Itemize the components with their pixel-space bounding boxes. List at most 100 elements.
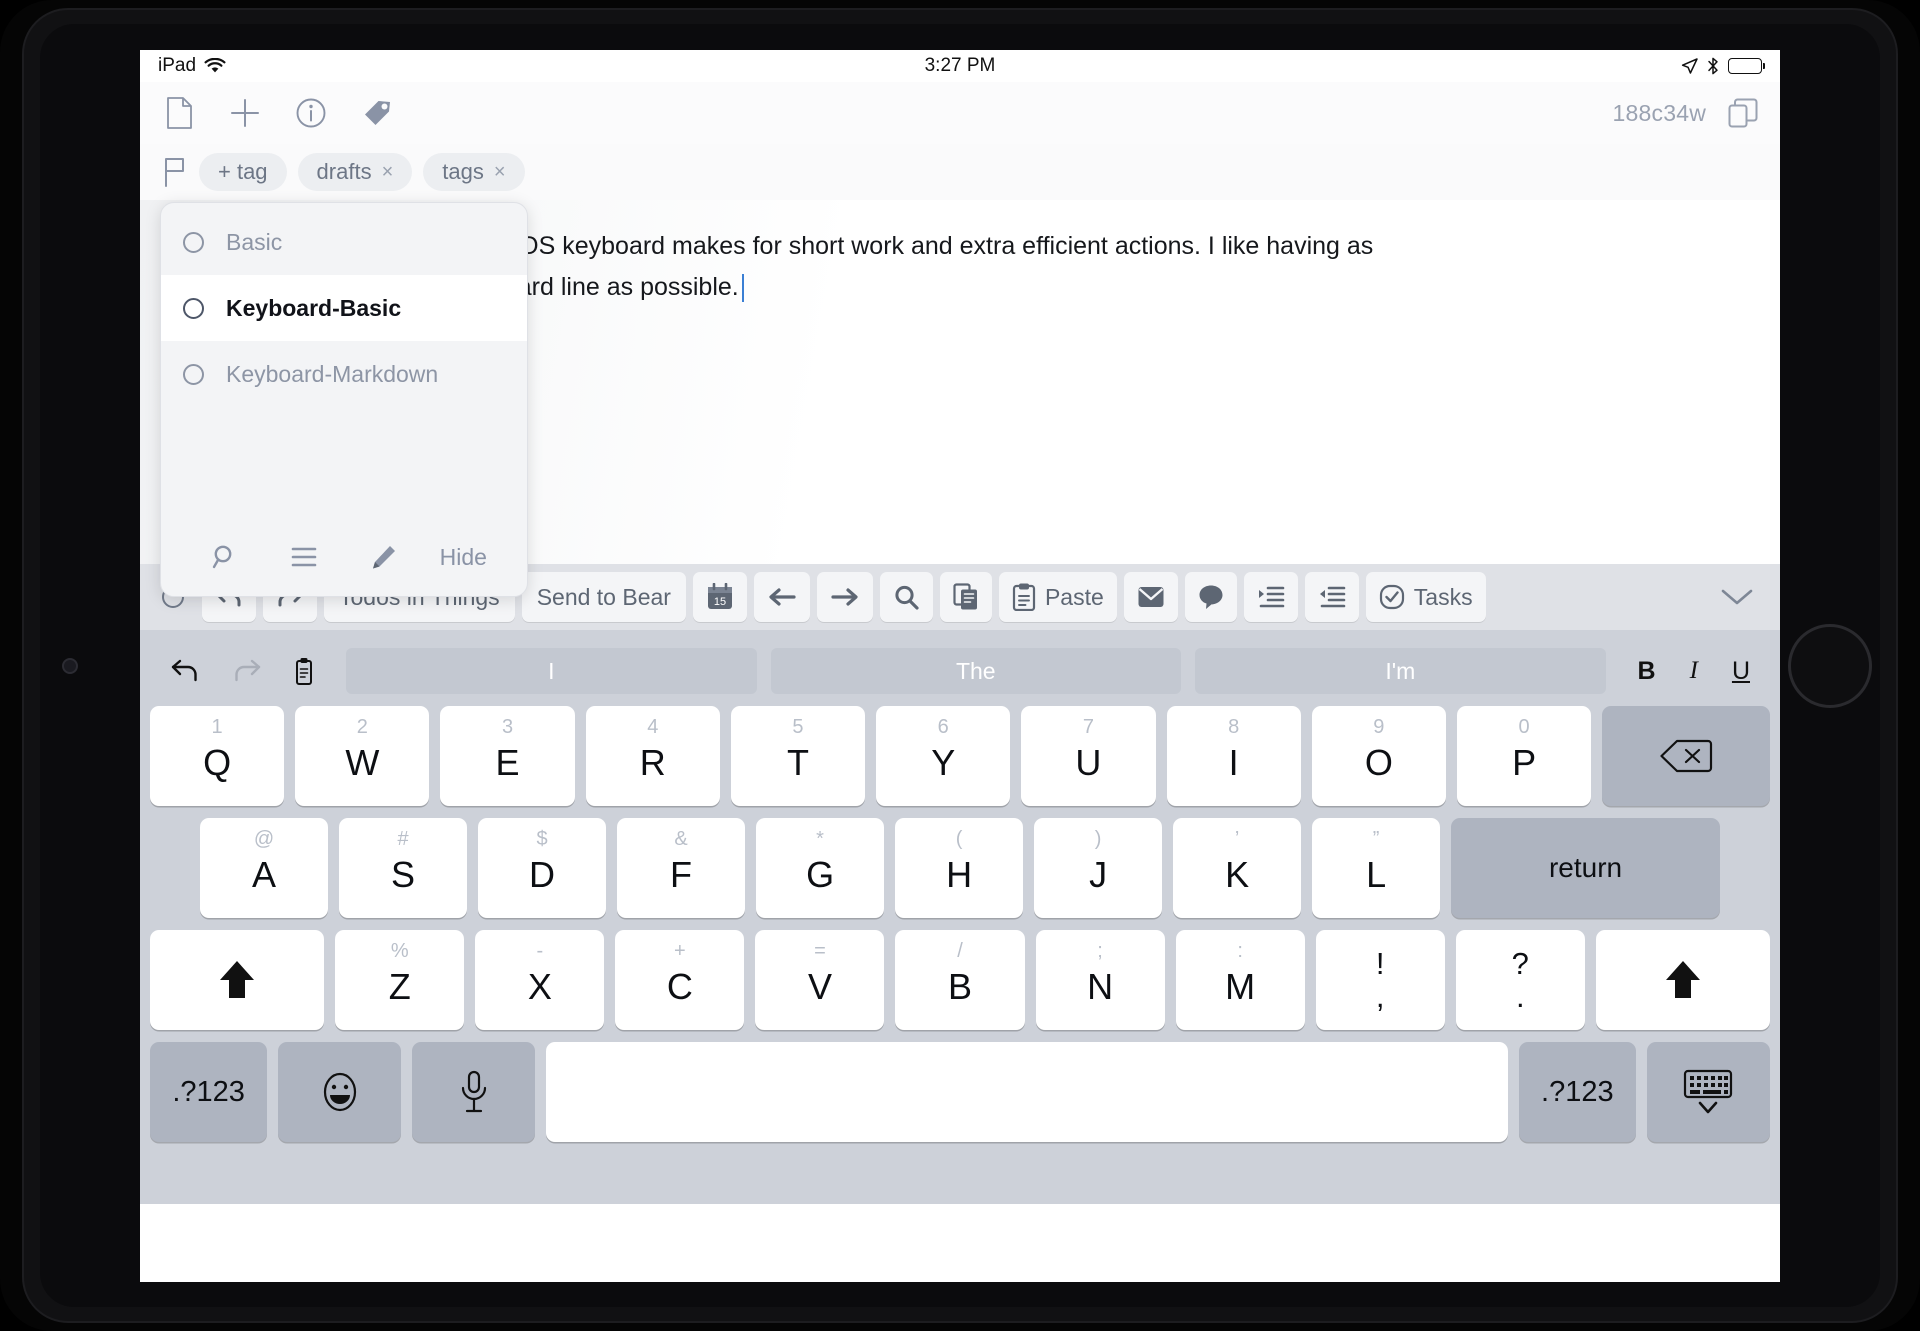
key-sub-label: ” [1372, 828, 1380, 850]
new-document-icon[interactable] [162, 96, 196, 130]
key-label: U [1075, 742, 1102, 783]
key-label: X [527, 966, 552, 1007]
key-backspace[interactable] [1602, 706, 1770, 806]
suggestion-3[interactable]: I'm [1195, 648, 1606, 694]
message-button[interactable] [1184, 572, 1237, 622]
key-u[interactable]: 7 U [1021, 706, 1156, 806]
move-right-button[interactable] [816, 572, 873, 622]
note-editor[interactable]: bove the regular iOS keyboard makes for … [140, 200, 1780, 597]
keyboard-redo-icon[interactable] [232, 658, 262, 684]
key-o[interactable]: 9 O [1311, 706, 1446, 806]
key-t[interactable]: 5 T [730, 706, 866, 806]
key-h[interactable]: ( H [895, 818, 1024, 918]
chevron-down-icon[interactable] [1720, 586, 1754, 608]
key-shift-left[interactable] [150, 930, 325, 1030]
duplicate-window-icon[interactable] [1726, 96, 1760, 130]
calendar-button[interactable]: 15 [692, 572, 747, 622]
tag-chip-tags[interactable]: tags × [423, 153, 525, 191]
radio-icon[interactable] [183, 297, 204, 319]
radio-icon[interactable] [183, 363, 204, 385]
key-b[interactable]: / B [895, 930, 1025, 1030]
key-sub-label: ( [955, 828, 963, 850]
key-y[interactable]: 6 Y [876, 706, 1011, 806]
italic-button[interactable]: I [1690, 657, 1698, 685]
key-g[interactable]: * G [756, 818, 885, 918]
paste-button[interactable]: Paste [998, 572, 1117, 622]
key-n[interactable]: ; N [1035, 930, 1165, 1030]
key-q[interactable]: 1 Q [150, 706, 285, 806]
key-p[interactable]: 0 P [1456, 706, 1592, 806]
keyboard-set-popup: Basic Keyboard-Basic Keyboard-Markdown H… [160, 202, 528, 597]
key-emoji[interactable] [278, 1042, 402, 1142]
key-v[interactable]: = V [755, 930, 885, 1030]
key-e[interactable]: 3 E [440, 706, 575, 806]
key-dictation[interactable] [412, 1042, 536, 1142]
key-question-period[interactable]: ? . [1455, 930, 1585, 1030]
key-k[interactable]: ’ K [1173, 818, 1302, 918]
key-a[interactable]: @ A [200, 818, 329, 918]
microphone-icon [459, 1070, 489, 1114]
keyboard-dismiss-icon [1679, 1067, 1737, 1117]
tag-chip-drafts[interactable]: drafts × [297, 153, 413, 191]
key-z[interactable]: % Z [335, 930, 465, 1030]
outdent-button[interactable] [1304, 572, 1359, 622]
key-dismiss-keyboard[interactable] [1646, 1042, 1771, 1142]
shift-arrow-icon [1663, 958, 1703, 1002]
key-w[interactable]: 2 W [295, 706, 430, 806]
suggestion-2[interactable]: The [770, 648, 1182, 694]
key-j[interactable]: ) J [1034, 818, 1163, 918]
key-label: K [1225, 854, 1250, 895]
key-l[interactable]: ” L [1312, 818, 1441, 918]
indent-button[interactable] [1243, 572, 1298, 622]
key-s[interactable]: # S [339, 818, 468, 918]
search-icon[interactable] [185, 543, 265, 571]
key-label: B [948, 966, 973, 1007]
key-return[interactable]: return [1451, 818, 1720, 918]
remove-tag-icon[interactable]: × [382, 161, 394, 184]
tasks-button[interactable]: Tasks [1365, 572, 1486, 622]
add-icon[interactable] [228, 96, 262, 130]
keyboard-set-option-keyboard-basic[interactable]: Keyboard-Basic [161, 275, 527, 341]
key-sub-label: 5 [792, 716, 804, 738]
flag-icon[interactable] [162, 157, 188, 187]
key-r[interactable]: 4 R [585, 706, 720, 806]
list-menu-icon[interactable] [265, 546, 345, 568]
keyboard-paste-icon[interactable] [294, 657, 314, 685]
key-x[interactable]: - X [475, 930, 605, 1030]
hide-button[interactable]: Hide [424, 544, 504, 571]
radio-icon[interactable] [183, 231, 204, 253]
mail-button[interactable] [1123, 572, 1178, 622]
home-button[interactable] [1788, 623, 1872, 708]
keyboard-undo-icon[interactable] [170, 658, 200, 684]
search-button[interactable] [879, 572, 933, 622]
add-tag-button[interactable]: + tag [199, 153, 287, 191]
key-i[interactable]: 8 I [1166, 706, 1301, 806]
location-arrow-icon [1681, 57, 1698, 75]
keyboard-set-option-basic[interactable]: Basic [161, 209, 527, 275]
keyboard-row-3: % Z - X + C = V / B ; N: M ! , ? . [148, 930, 1772, 1030]
key-numeric-right[interactable]: .?123 [1518, 1042, 1636, 1142]
suggestion-1[interactable]: I [346, 648, 757, 694]
key-space[interactable] [546, 1042, 1508, 1142]
option-label: Keyboard-Markdown [226, 360, 439, 387]
key-exclaim-comma[interactable]: ! , [1315, 930, 1445, 1030]
move-left-button[interactable] [753, 572, 810, 622]
key-m[interactable]: : M [1175, 930, 1305, 1030]
bold-button[interactable]: B [1638, 657, 1656, 686]
emoji-smiley-icon [318, 1069, 362, 1115]
key-c[interactable]: + C [615, 930, 745, 1030]
tag-icon[interactable] [360, 96, 394, 130]
key-f[interactable]: & F [617, 818, 746, 918]
underline-button[interactable]: U [1732, 657, 1750, 686]
send-to-bear-button[interactable]: Send to Bear [521, 572, 686, 622]
device-name-label: iPad [158, 55, 197, 76]
pencil-edit-icon[interactable] [344, 544, 424, 570]
key-shift-right[interactable] [1595, 930, 1771, 1030]
key-numeric-left[interactable]: .?123 [150, 1042, 268, 1142]
key-sub-label: 8 [1228, 716, 1240, 738]
copy-button[interactable] [939, 572, 992, 622]
info-icon[interactable] [294, 96, 328, 130]
key-d[interactable]: $ D [478, 818, 607, 918]
keyboard-set-option-keyboard-markdown[interactable]: Keyboard-Markdown [161, 341, 527, 407]
remove-tag-icon[interactable]: × [494, 161, 506, 184]
